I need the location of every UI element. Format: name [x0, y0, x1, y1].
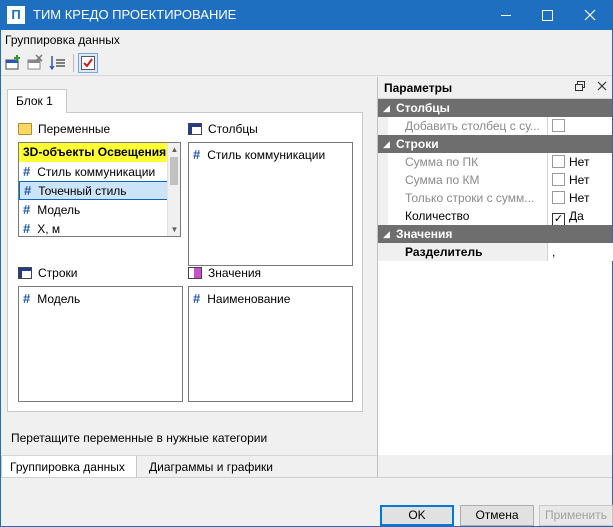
parameters-panel: Параметры ◢ Столбцы Добавить столбец с су… — [377, 77, 613, 455]
title-bar: П ТИМ КРЕДО ПРОЕКТИРОВАНИЕ — [1, 1, 612, 30]
parameters-header: Параметры — [378, 77, 612, 99]
list-item[interactable]: # Стиль коммуникации — [189, 145, 352, 164]
minimize-button[interactable] — [485, 1, 527, 30]
delete-table-icon — [27, 54, 43, 70]
hash-icon: # — [193, 147, 201, 162]
sort-list-icon — [49, 56, 65, 71]
property-separator[interactable]: Разделитель , — [378, 243, 613, 261]
toolbar — [1, 50, 612, 76]
table-icon — [18, 267, 32, 279]
list-item[interactable]: # Модель — [19, 289, 182, 308]
property-sum-pk[interactable]: Сумма по ПК Нет — [378, 153, 612, 171]
variables-scrollbar[interactable]: ▲ ▼ — [167, 143, 180, 236]
bottom-tabs: Группировка данных Диаграммы и графики — [1, 455, 377, 478]
apply-button[interactable]: Применить — [539, 505, 613, 526]
dialog-buttons: OK Отмена Применить — [1, 477, 613, 526]
list-item[interactable]: # Наименование — [189, 289, 352, 308]
folder-icon — [18, 123, 32, 135]
ok-button[interactable]: OK — [380, 505, 454, 526]
close-button[interactable] — [569, 1, 611, 30]
grouping-area: Блок 1 Переменные 3D-объекты Освещения #… — [1, 77, 377, 455]
hash-icon: # — [23, 164, 31, 179]
hash-icon: # — [23, 202, 31, 217]
panel-footer — [377, 455, 612, 477]
list-item[interactable]: # Модель — [19, 200, 180, 219]
separator-value[interactable]: , — [547, 243, 613, 261]
drag-hint: Перетащите переменные в нужные категории — [11, 431, 268, 445]
scroll-thumb[interactable] — [170, 157, 178, 185]
float-window-icon[interactable] — [574, 80, 586, 95]
columns-title: Столбцы — [188, 122, 258, 136]
category-columns[interactable]: ◢ Столбцы — [378, 99, 612, 117]
tab-charts[interactable]: Диаграммы и графики — [141, 456, 281, 478]
delete-block-button[interactable] — [26, 53, 46, 73]
add-table-icon — [5, 55, 20, 70]
property-add-column[interactable]: Добавить столбец с су... — [378, 117, 612, 135]
checkbox[interactable] — [552, 119, 565, 132]
close-panel-icon[interactable] — [596, 80, 608, 95]
collapse-icon: ◢ — [383, 139, 390, 149]
variables-title: Переменные — [18, 122, 110, 136]
values-drop-zone[interactable]: # Наименование — [188, 286, 353, 402]
values-icon — [188, 267, 202, 279]
rows-title: Строки — [18, 266, 77, 280]
list-item[interactable]: # X, м — [19, 219, 180, 236]
category-values[interactable]: ◢ Значения — [378, 225, 612, 243]
collapse-icon: ◢ — [383, 229, 390, 239]
checkbox[interactable] — [552, 191, 565, 204]
checkbox-checked-icon — [81, 56, 95, 70]
dialog-window: П ТИМ КРЕДО ПРОЕКТИРОВАНИЕ Группировка д… — [0, 0, 613, 527]
tab-block-1[interactable]: Блок 1 — [7, 89, 67, 113]
rows-drop-zone[interactable]: # Модель — [18, 286, 183, 402]
property-only-rows[interactable]: Только строки с сумм... Нет — [378, 189, 612, 207]
hash-icon: # — [193, 291, 201, 306]
cancel-button[interactable]: Отмена — [460, 505, 534, 526]
hash-icon: # — [24, 183, 32, 198]
property-count[interactable]: Количество ✓ Да — [378, 207, 612, 226]
maximize-button[interactable] — [526, 1, 568, 30]
maximize-icon — [542, 10, 553, 21]
values-title: Значения — [188, 266, 261, 280]
add-block-button[interactable] — [4, 53, 24, 73]
block-panel: Переменные 3D-объекты Освещения # Стиль к… — [7, 112, 363, 412]
list-item[interactable]: # Стиль коммуникации — [19, 162, 180, 181]
scroll-down-icon[interactable]: ▼ — [168, 223, 180, 236]
checkbox[interactable] — [552, 173, 565, 186]
collapse-icon: ◢ — [383, 103, 390, 113]
scroll-up-icon[interactable]: ▲ — [168, 143, 180, 156]
sort-button[interactable] — [48, 53, 68, 73]
hash-icon: # — [23, 221, 31, 236]
variables-list[interactable]: 3D-объекты Освещения # Стиль коммуникации… — [18, 142, 181, 237]
category-rows[interactable]: ◢ Строки — [378, 135, 612, 153]
show-totals-toggle[interactable] — [78, 53, 98, 73]
section-label: Группировка данных — [1, 30, 612, 50]
window-title: ТИМ КРЕДО ПРОЕКТИРОВАНИЕ — [33, 7, 237, 22]
property-sum-km[interactable]: Сумма по КМ Нет — [378, 171, 612, 189]
close-icon — [584, 9, 596, 21]
checkbox[interactable] — [552, 155, 565, 168]
list-item[interactable]: # Точечный стиль — [19, 181, 180, 200]
columns-drop-zone[interactable]: # Стиль коммуникации — [188, 142, 353, 266]
hash-icon: # — [23, 291, 31, 306]
toolbar-separator — [73, 54, 74, 72]
minimize-icon — [501, 15, 511, 16]
table-icon — [188, 123, 202, 135]
tab-grouping[interactable]: Группировка данных — [1, 456, 137, 478]
app-icon: П — [7, 6, 25, 24]
list-item[interactable]: 3D-объекты Освещения — [19, 143, 180, 162]
